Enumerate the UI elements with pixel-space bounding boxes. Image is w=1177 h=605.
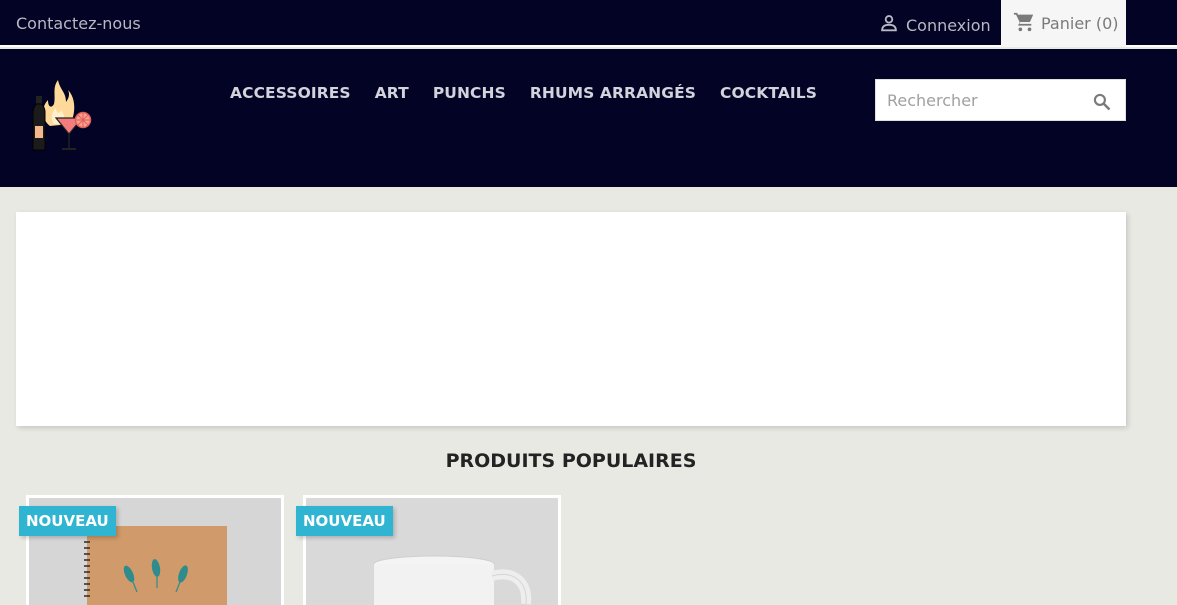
- nav-cocktails[interactable]: COCKTAILS: [708, 83, 829, 103]
- search-icon[interactable]: [1092, 92, 1112, 116]
- login-label: Connexion: [906, 15, 991, 35]
- new-badge: NOUVEAU: [19, 506, 116, 536]
- nav-accessoires[interactable]: ACCESSOIRES: [218, 83, 363, 103]
- nav-art[interactable]: ART: [363, 83, 421, 103]
- cart-icon: [1013, 11, 1041, 37]
- top-bar: Contactez-nous Connexion Panier (0): [0, 0, 1177, 47]
- section-title: PRODUITS POPULAIRES: [445, 450, 697, 472]
- logo-icon[interactable]: [26, 78, 94, 154]
- cart-button[interactable]: Panier (0): [1001, 0, 1126, 47]
- main-nav: ACCESSOIRES ART PUNCHS RHUMS ARRANGÉS CO…: [218, 83, 829, 103]
- search-box: [875, 79, 1126, 121]
- nav-punchs[interactable]: PUNCHS: [421, 83, 518, 103]
- new-badge: NOUVEAU: [296, 506, 393, 536]
- nav-rhums-arranges[interactable]: RHUMS ARRANGÉS: [518, 83, 708, 103]
- user-icon: [878, 12, 906, 38]
- contact-link[interactable]: Contactez-nous: [16, 14, 141, 33]
- search-input[interactable]: [876, 80, 1086, 120]
- cart-label: Panier (0): [1041, 14, 1119, 33]
- site-header: ACCESSOIRES ART PUNCHS RHUMS ARRANGÉS CO…: [0, 49, 1177, 187]
- login-link[interactable]: Connexion: [878, 13, 991, 37]
- home-banner: [16, 212, 1126, 426]
